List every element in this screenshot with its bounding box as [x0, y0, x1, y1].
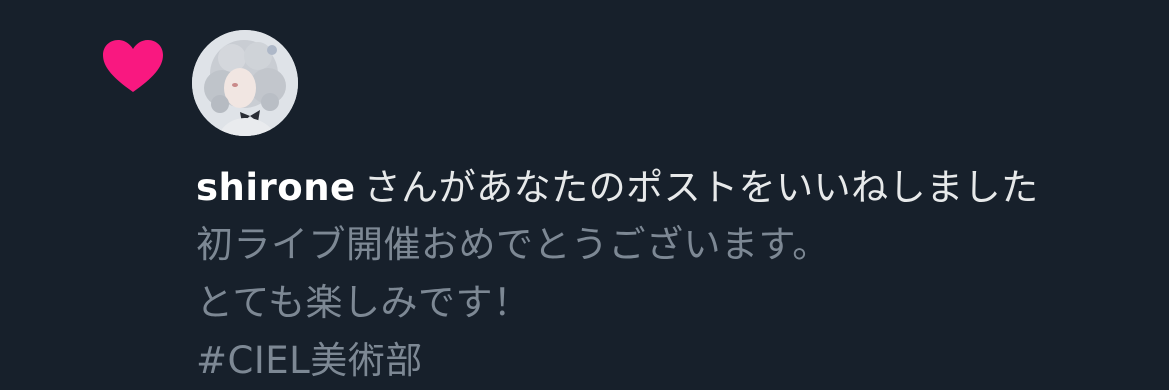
notification-text: shirone さんがあなたのポストをいいねしました 初ライブ開催おめでとうござい…: [196, 160, 1156, 390]
action-text: さんがあなたのポストをいいねしました: [363, 166, 1039, 209]
notification-headline: shirone さんがあなたのポストをいいねしました: [196, 160, 1156, 216]
heart-icon: [103, 40, 163, 92]
username-link[interactable]: shirone: [196, 166, 356, 209]
avatar-image: [192, 30, 298, 136]
post-text-line: 初ライブ開催おめでとうございます。: [196, 223, 830, 266]
post-hashtag[interactable]: #CIEL美術部: [196, 332, 1156, 390]
avatar[interactable]: [192, 30, 298, 136]
post-text-line: とても楽しみです！: [196, 281, 531, 324]
like-notification[interactable]: shirone さんがあなたのポストをいいねしました 初ライブ開催おめでとうござい…: [0, 0, 1169, 389]
